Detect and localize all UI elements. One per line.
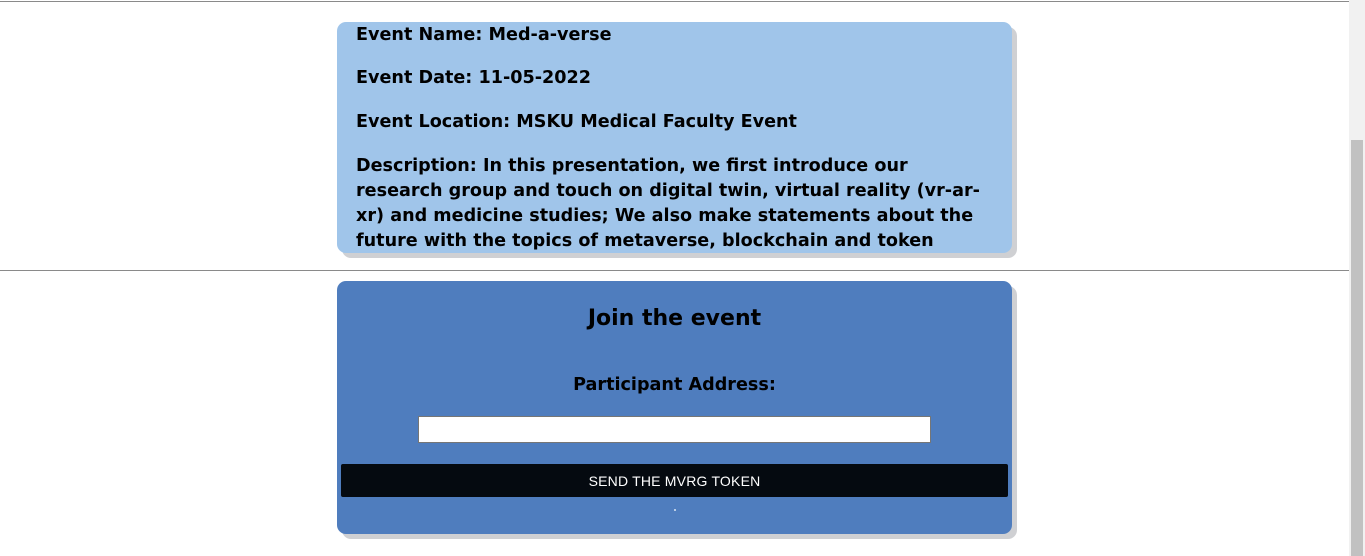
vertical-scrollbar[interactable] [1349, 0, 1365, 556]
top-divider [0, 1, 1349, 2]
event-location: Event Location: MSKU Medical Faculty Eve… [356, 112, 797, 132]
send-token-button[interactable]: SEND THE MVRG TOKEN [341, 464, 1008, 497]
event-details-card: Event Name: Med-a-verse Event Date: 11-0… [337, 22, 1012, 253]
scrollbar-thumb[interactable] [1351, 140, 1363, 556]
section-divider [0, 270, 1349, 271]
status-indicator [674, 509, 676, 511]
participant-address-label: Participant Address: [573, 375, 776, 395]
page: Event Name: Med-a-verse Event Date: 11-0… [0, 0, 1365, 556]
event-name: Event Name: Med-a-verse [356, 25, 612, 45]
join-event-card: Join the event Participant Address: SEND… [337, 281, 1012, 534]
event-date: Event Date: 11-05-2022 [356, 68, 591, 88]
participant-address-input[interactable] [418, 416, 931, 443]
join-title: Join the event [587, 306, 762, 331]
event-description: Description: In this presentation, we fi… [356, 156, 980, 251]
